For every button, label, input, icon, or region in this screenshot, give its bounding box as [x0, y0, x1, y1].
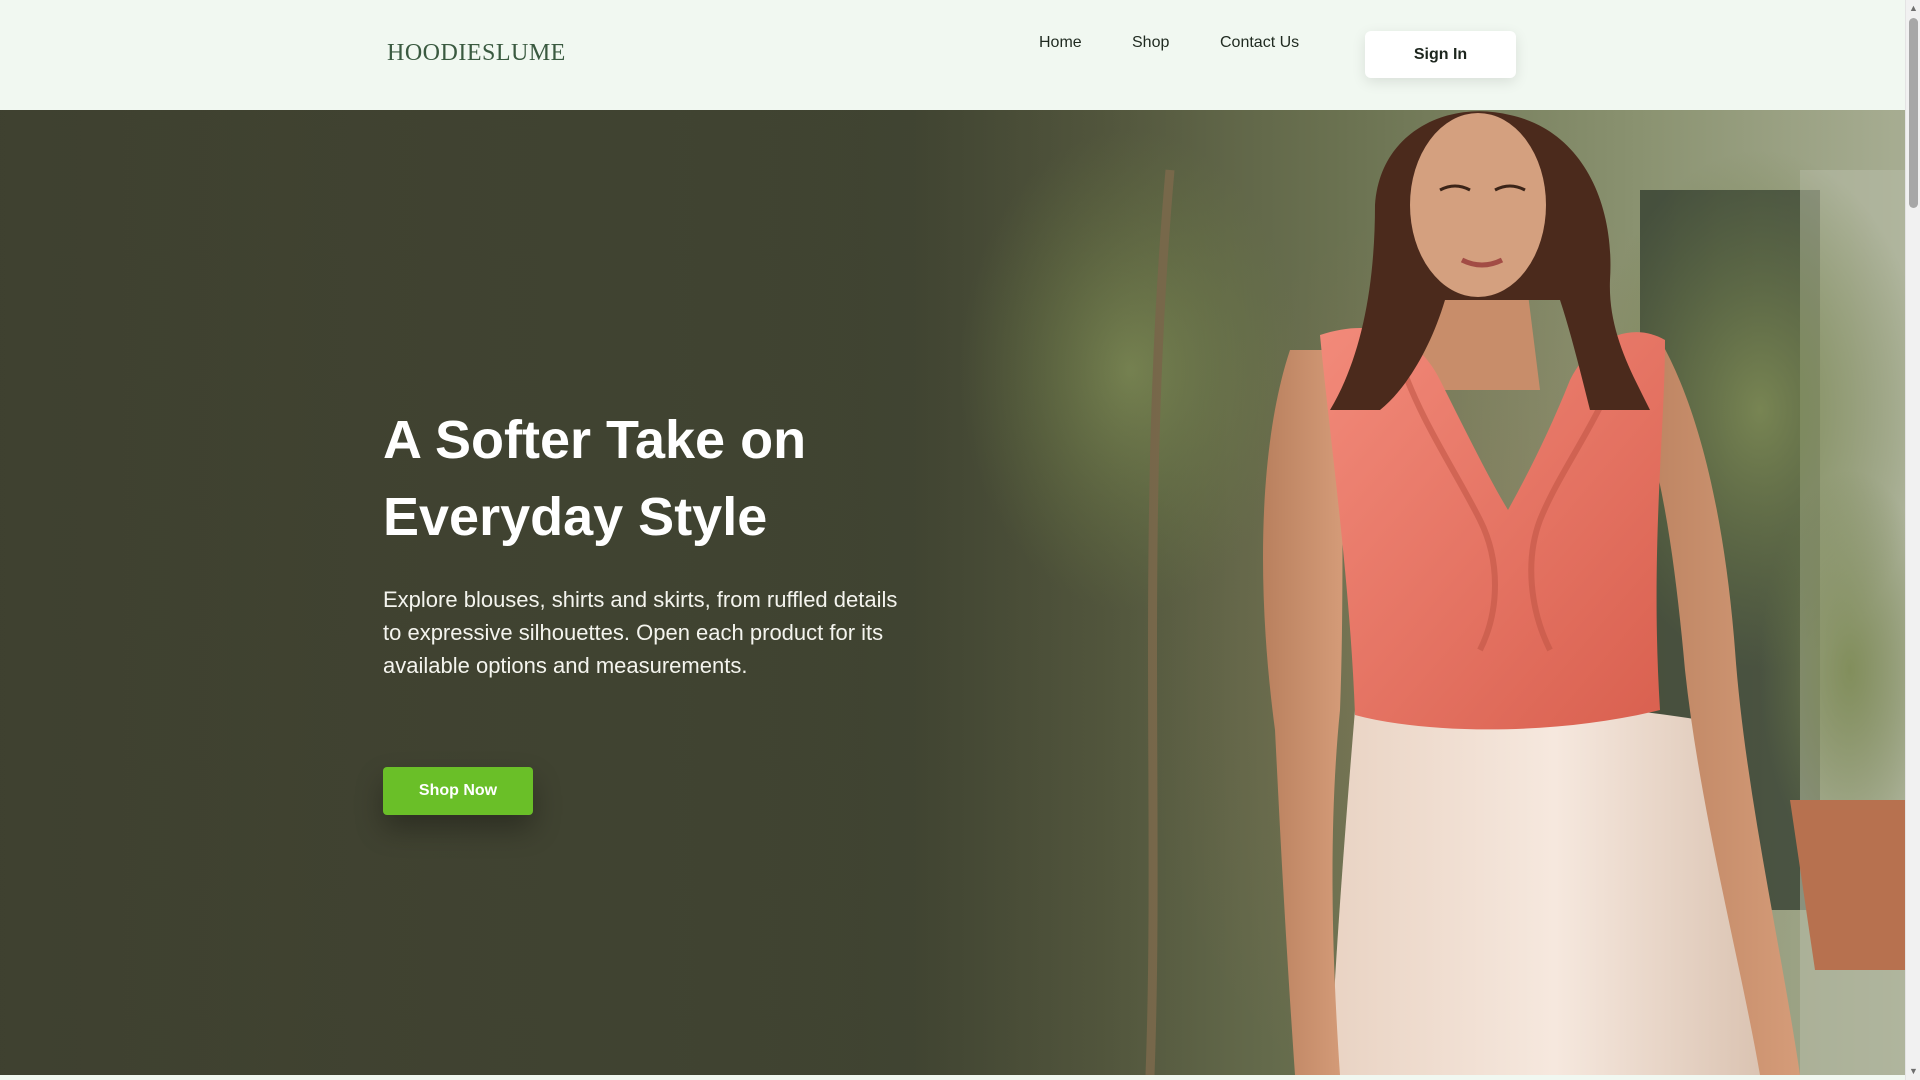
nav-shop-link[interactable]: Shop	[1132, 34, 1169, 52]
nav-contact-link[interactable]: Contact Us	[1220, 34, 1299, 52]
page-scrollbar[interactable]: ▲ ▼	[1905, 0, 1920, 1080]
hero-overlay	[0, 110, 1905, 1075]
brand-logo[interactable]: HOODIESLUME	[387, 40, 566, 67]
nav-home-link[interactable]: Home	[1039, 34, 1082, 52]
hero-title-line-1: A Softer Take on	[383, 410, 807, 470]
hero-description: Explore blouses, shirts and skirts, from…	[383, 587, 898, 678]
hero-section: A Softer Take on Everyday Style Explore …	[0, 110, 1905, 1075]
triangle-down-icon[interactable]: ▼	[1908, 1066, 1919, 1077]
hero-title: A Softer Take on Everyday Style	[383, 402, 943, 556]
site-header: HOODIESLUME Home Shop Contact Us Sign In	[0, 0, 1905, 110]
shop-now-button[interactable]: Shop Now	[383, 767, 533, 815]
scrollbar-thumb[interactable]	[1909, 18, 1918, 208]
hero-title-line-2: Everyday Style	[383, 487, 768, 547]
sign-in-button[interactable]: Sign In	[1365, 31, 1516, 78]
triangle-up-icon[interactable]: ▲	[1908, 3, 1919, 14]
page: HOODIESLUME Home Shop Contact Us Sign In	[0, 0, 1905, 1080]
